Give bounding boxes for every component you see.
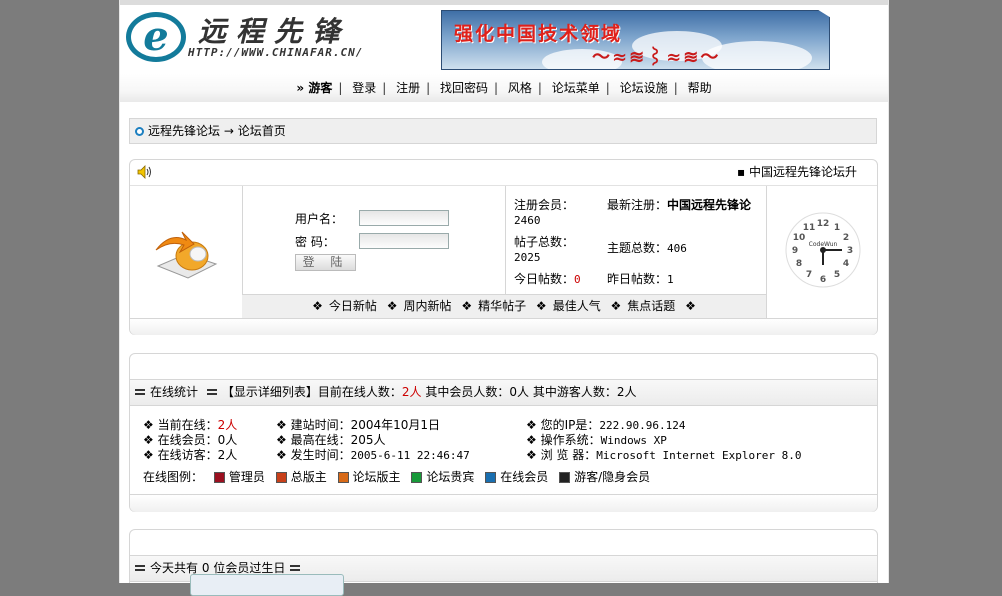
stat-members: 注册会员： 2460: [514, 198, 575, 227]
link-today-posts[interactable]: 今日新帖: [329, 299, 377, 313]
login-form: 用户名： 密 码： 登 陆: [242, 186, 504, 294]
stat-posts: 帖子总数： 2025: [514, 235, 575, 264]
nav-login[interactable]: 登录: [348, 74, 380, 102]
online-stats-bar: 在线统计 【显示详细列表】目前在线人数：2人 其中会员人数：0人 其中游客人数：…: [130, 379, 877, 406]
svg-text:1: 1: [834, 223, 840, 233]
svg-text:7: 7: [806, 270, 812, 280]
svg-text:CodeWun: CodeWun: [809, 241, 838, 248]
stat-newest: 最新注册：中国远程先锋论: [607, 198, 752, 212]
stat-yesterday: 昨日帖数：1: [607, 272, 674, 286]
menu-icon: [206, 389, 217, 395]
super-mod-swatch-icon: [275, 472, 287, 483]
svg-text:5: 5: [834, 270, 840, 280]
svg-text:10: 10: [793, 233, 806, 243]
logo-e-icon: e: [126, 12, 186, 62]
svg-text:4: 4: [843, 259, 849, 269]
forum-icon-cell: [130, 186, 243, 318]
show-detail-link[interactable]: 【显示详细列表】: [222, 385, 318, 399]
admin-swatch-icon: [213, 472, 225, 483]
logo-text: 远程先锋: [198, 15, 351, 48]
online-stats-panel: 在线统计 【显示详细列表】目前在线人数：2人 其中会员人数：0人 其中游客人数：…: [129, 353, 878, 512]
mod-swatch-icon: [337, 472, 349, 483]
breadcrumb-current: 论坛首页: [237, 124, 286, 138]
clock-cell: 12 1 2 345 678 9 10 11 CodeWun: [766, 186, 878, 318]
newest-member-link[interactable]: 中国远程先锋论: [667, 198, 751, 212]
vip-swatch-icon: [411, 472, 423, 483]
banner-slogan: 强化中国技术领域: [454, 23, 623, 45]
floating-toolbar[interactable]: [190, 574, 344, 596]
bullet-icon: [135, 127, 144, 136]
login-stats-panel: ▪ 中国远程先锋论坛升 用户名： 密 码： 登 陆 注册会员： 2460 最新注册…: [129, 159, 878, 335]
banner-ad[interactable]: 强化中国技术领域 ～≈≋⌇≈≋～: [441, 10, 830, 70]
svg-text:3: 3: [847, 246, 853, 256]
panel-footer: [130, 318, 877, 335]
nav-help[interactable]: 帮助: [684, 74, 716, 102]
site-logo[interactable]: e 远程先锋 HTTP://WWW.CHINAFAR.CN/: [126, 10, 382, 68]
online-legend: 在线图例： 管理员 总版主 论坛版主 论坛贵宾 在线会员 游客/隐身会员: [143, 470, 651, 484]
top-rule: [120, 0, 888, 5]
announcement-link[interactable]: ▪ 中国远程先锋论坛升: [737, 160, 857, 185]
svg-text:12: 12: [817, 219, 830, 229]
speaker-icon: [137, 165, 151, 179]
nav-recover-password[interactable]: 找回密码: [436, 74, 492, 102]
username-input[interactable]: [359, 210, 449, 226]
stat-topics: 主题总数：406: [607, 241, 687, 255]
birthday-count: 0: [201, 561, 210, 575]
panel-footer: [130, 494, 877, 512]
breadcrumb-arrow: →: [223, 124, 234, 138]
nav-forum-menu[interactable]: 论坛菜单: [548, 74, 604, 102]
logo-url: HTTP://WWW.CHINAFAR.CN/: [188, 46, 364, 59]
password-input[interactable]: [359, 233, 449, 249]
svg-text:8: 8: [796, 259, 802, 269]
password-label: 密 码：: [295, 235, 335, 249]
menu-icon: [135, 389, 145, 395]
breadcrumb-forum[interactable]: 远程先锋论坛: [148, 124, 220, 138]
clock-icon: 12 12 345 678 91011 CodeWun: [785, 212, 861, 288]
nav-register[interactable]: 注册: [392, 74, 424, 102]
svg-text:9: 9: [792, 246, 798, 256]
guest-swatch-icon: [559, 472, 571, 483]
info-online-guests: ❖ 在线访客：2人: [143, 448, 238, 462]
svg-text:11: 11: [803, 223, 816, 233]
link-hot-topics[interactable]: 焦点话题: [627, 299, 675, 313]
stat-today: 今日帖数：0: [514, 272, 581, 286]
link-most-popular[interactable]: 最佳人气: [553, 299, 601, 313]
link-featured-posts[interactable]: 精华帖子: [478, 299, 526, 313]
member-swatch-icon: [485, 472, 497, 483]
menu-icon: [135, 565, 145, 571]
share-folder-icon: [155, 231, 218, 279]
main-nav: » 游客 | 登录 | 注册 | 找回密码 | 风格 | 论坛菜单 | 论坛设施 | 帮助: [120, 74, 888, 102]
forum-page: e 远程先锋 HTTP://WWW.CHINAFAR.CN/ 强化中国技术领域 …: [119, 0, 889, 583]
quick-links: ❖ 今日新帖 ❖ 周内新帖 ❖ 精华帖子 ❖ 最佳人气 ❖ 焦点话题 ❖: [242, 294, 766, 319]
forum-stats: 注册会员： 2460 最新注册：中国远程先锋论 帖子总数： 2025 主题总数：40…: [505, 186, 767, 294]
username-label: 用户名：: [295, 212, 344, 226]
svg-text:6: 6: [820, 275, 826, 285]
nav-guest: » 游客: [296, 81, 333, 95]
info-peak-time: ❖ 发生时间：2005-6-11 22:46:47: [276, 448, 470, 462]
nav-style[interactable]: 风格: [504, 74, 536, 102]
breadcrumb: 远程先锋论坛 → 论坛首页: [129, 118, 877, 144]
nav-forum-facilities[interactable]: 论坛设施: [616, 74, 672, 102]
announcement-bar: ▪ 中国远程先锋论坛升: [130, 160, 877, 186]
banner-graphic: ～≈≋⌇≈≋～: [592, 47, 721, 68]
login-button[interactable]: 登 陆: [295, 254, 356, 271]
menu-icon: [290, 565, 301, 571]
online-title: 在线统计: [150, 385, 199, 399]
link-week-posts[interactable]: 周内新帖: [403, 299, 451, 313]
svg-text:2: 2: [843, 233, 849, 243]
info-browser: ❖ 浏 览 器：Microsoft Internet Explorer 8.0: [526, 448, 802, 462]
